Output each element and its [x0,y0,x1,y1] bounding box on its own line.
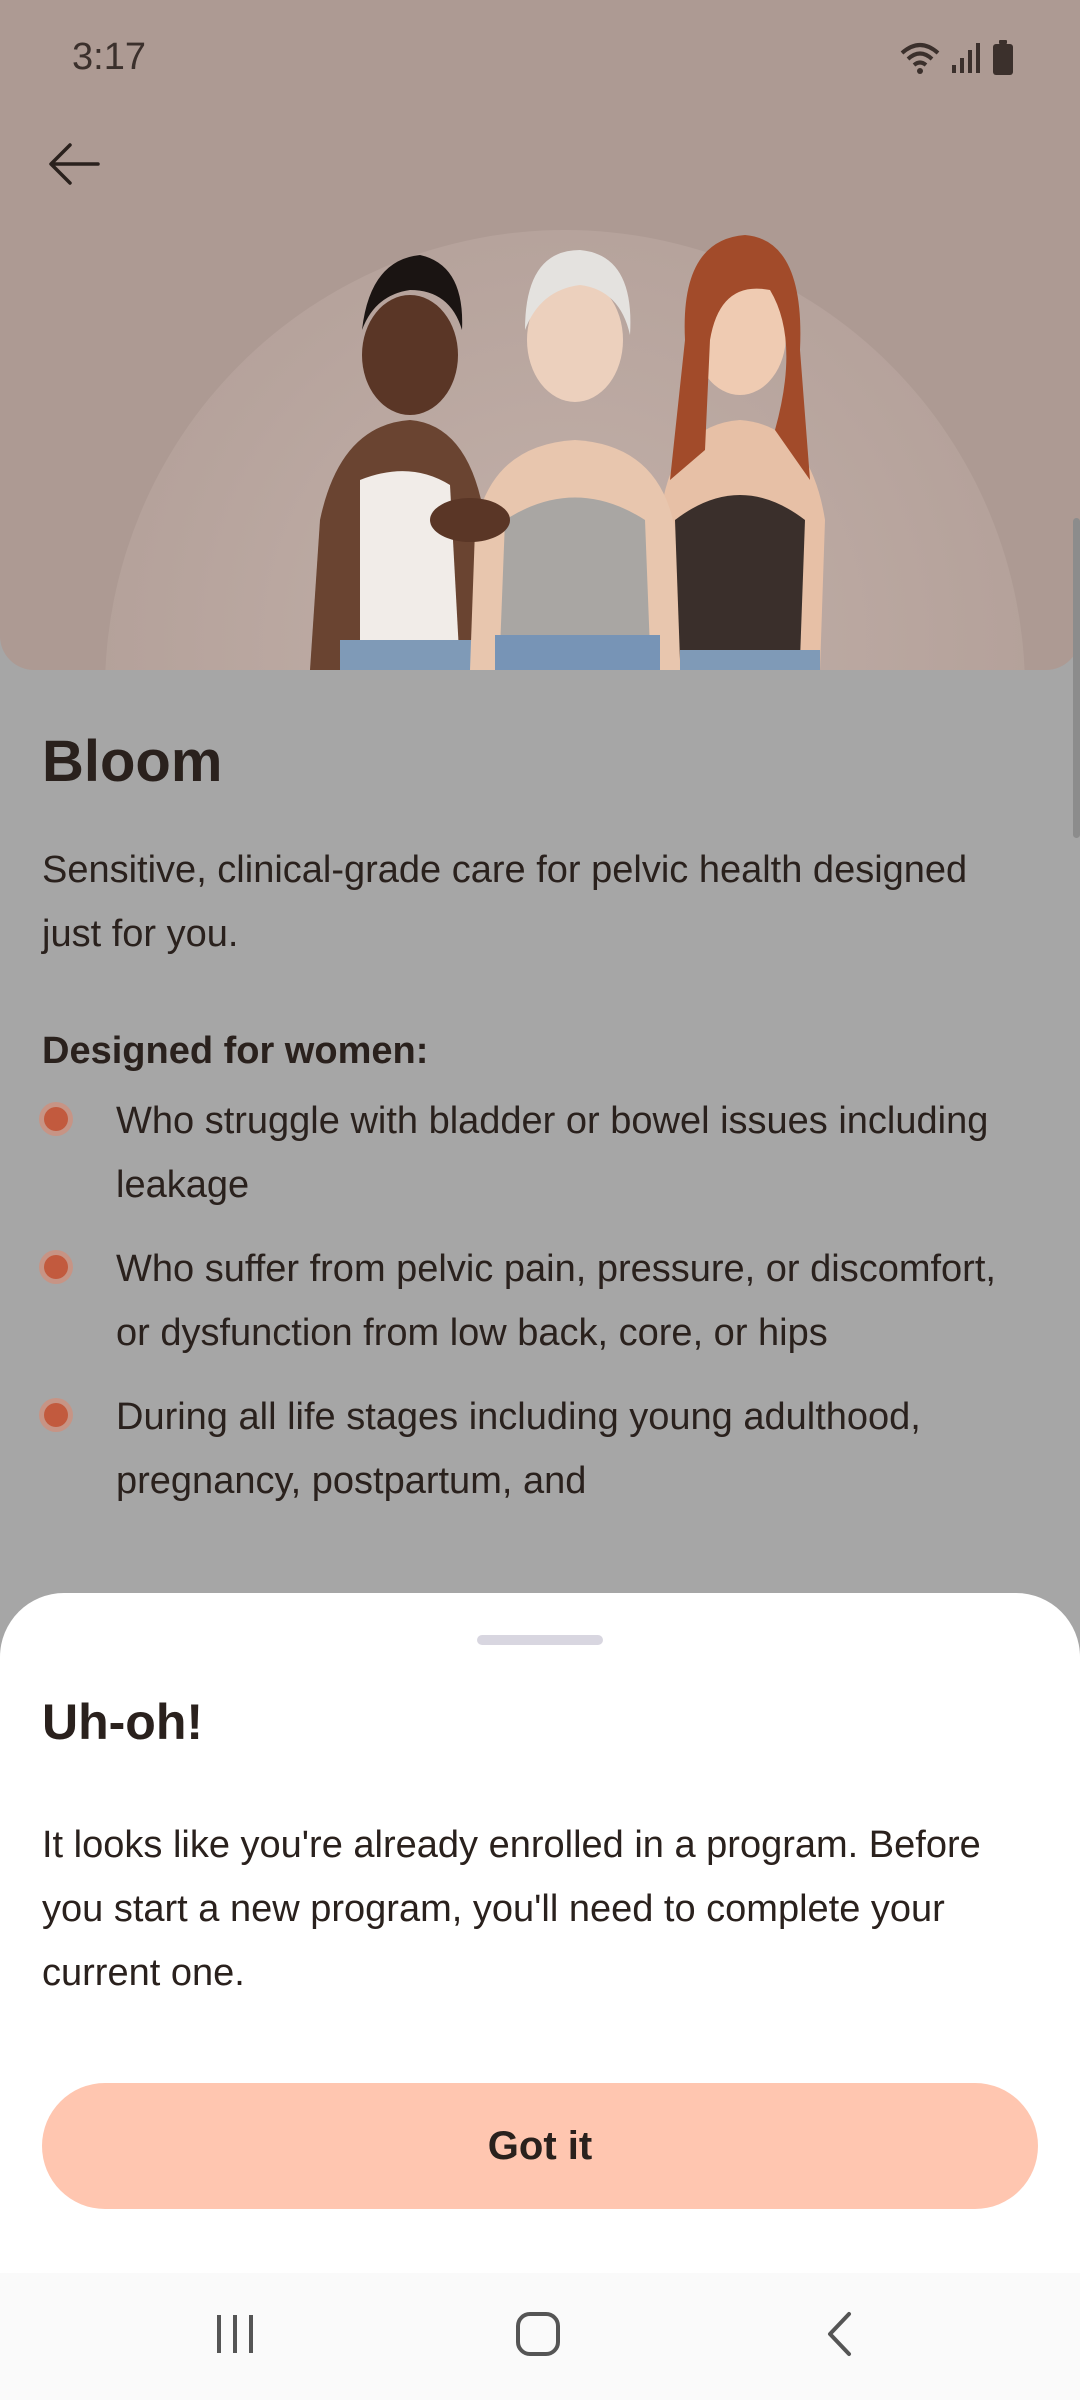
program-title: Bloom [42,729,223,794]
list-item: Who suffer from pelvic pain, pressure, o… [42,1237,1032,1365]
nav-back-button[interactable] [780,2273,900,2400]
scrollbar[interactable] [1073,518,1080,838]
bullet-dot-icon [44,1254,68,1279]
designed-for-list: Who struggle with bladder or bowel issue… [42,1089,1032,1513]
sheet-message: It looks like you're already enrolled in… [42,1824,981,1994]
list-item-text: During all life stages including young a… [116,1395,921,1502]
home-icon [515,2311,561,2362]
hero-banner: 3:17 [0,0,1080,670]
list-item: Who struggle with bladder or bowel issue… [42,1089,1032,1217]
bullet-dot-icon [44,1402,68,1427]
list-item-text: Who suffer from pelvic pain, pressure, o… [116,1247,996,1354]
signal-icon [950,41,982,80]
status-icons [900,39,1014,81]
enrolled-bottom-sheet: Uh-oh! It looks like you're already enro… [0,1593,1080,2273]
home-button[interactable] [478,2273,598,2400]
status-time: 3:17 [72,36,146,78]
program-description: Sensitive, clinical-grade care for pelvi… [42,848,968,955]
sheet-drag-handle[interactable] [477,1635,603,1645]
status-bar: 3:17 [0,0,1080,120]
three-women-photo [300,220,860,670]
arrow-left-icon [48,142,100,191]
list-item-text: Who struggle with bladder or bowel issue… [116,1099,989,1206]
recent-apps-icon [213,2313,257,2360]
list-item: During all life stages including young a… [42,1385,1032,1513]
battery-icon [992,39,1014,81]
sheet-title: Uh-oh! [42,1694,204,1750]
wifi-icon [900,41,940,80]
designed-for-heading: Designed for women: [42,1029,429,1072]
back-icon [825,2311,855,2362]
recent-apps-button[interactable] [175,2273,295,2400]
back-button[interactable] [38,130,110,202]
system-nav-bar [0,2273,1080,2400]
program-details: Bloom Sensitive, clinical-grade care for… [42,730,1032,1533]
got-it-button[interactable]: Got it [42,2083,1038,2209]
bullet-dot-icon [44,1106,68,1131]
